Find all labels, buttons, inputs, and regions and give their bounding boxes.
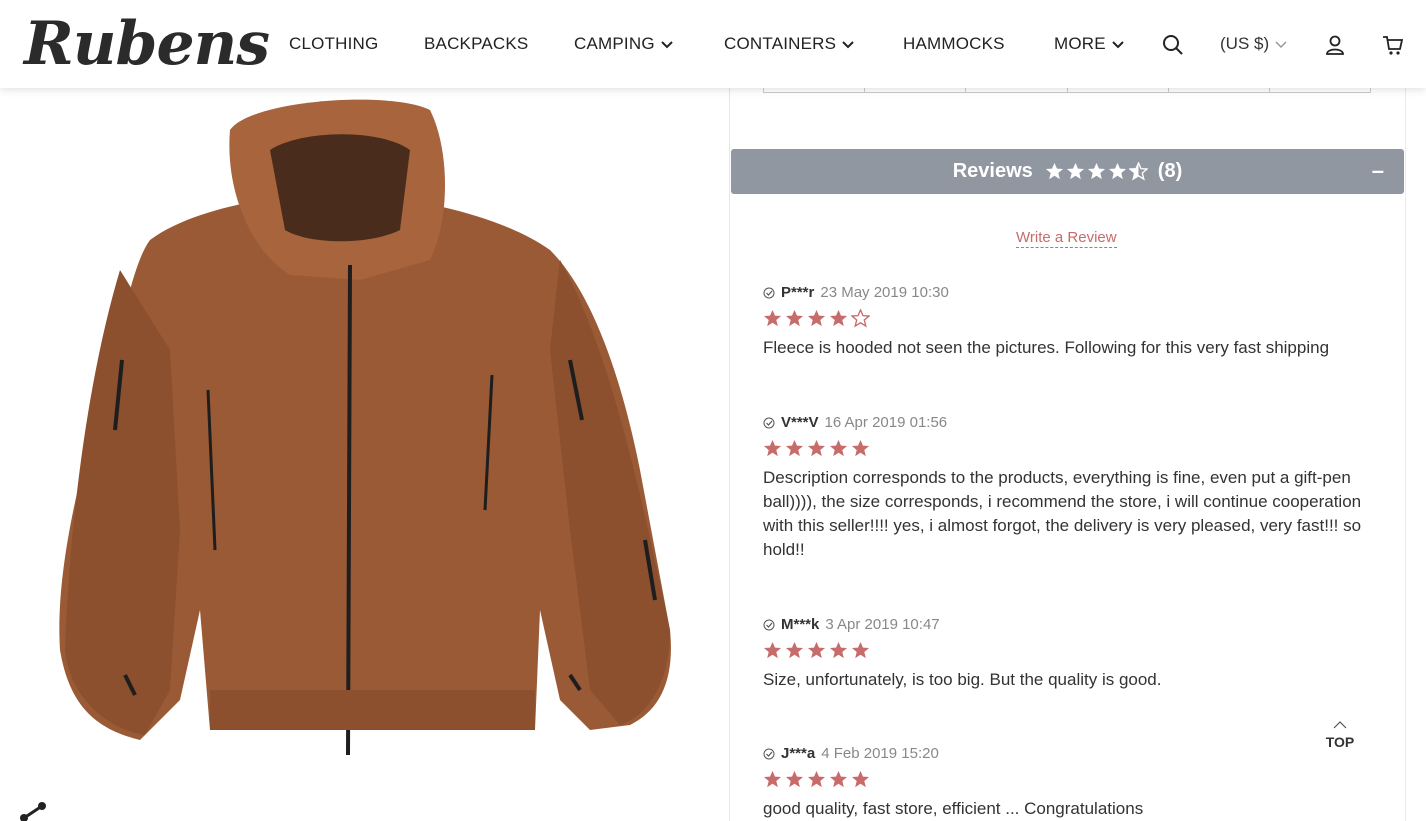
chevron-down-icon bbox=[1112, 41, 1124, 49]
star-filled-icon bbox=[807, 439, 826, 457]
star-filled-icon bbox=[851, 770, 870, 788]
collapse-icon[interactable]: – bbox=[1372, 158, 1384, 184]
reviews-count: (8) bbox=[1157, 160, 1183, 182]
verified-icon bbox=[763, 619, 775, 630]
product-jacket-image[interactable] bbox=[30, 90, 680, 770]
star-half-icon bbox=[1128, 162, 1148, 181]
star-filled-icon bbox=[851, 439, 870, 457]
user-icon[interactable] bbox=[1324, 34, 1346, 56]
star-filled-icon bbox=[807, 770, 826, 788]
nav-label: CAMPING bbox=[574, 34, 655, 53]
nav-clothing[interactable]: CLOTHING bbox=[289, 34, 378, 54]
star-empty-icon bbox=[851, 309, 870, 328]
review-text: Fleece is hooded not seen the pictures. … bbox=[763, 338, 1330, 357]
star-filled-icon bbox=[851, 641, 870, 659]
star-filled-icon bbox=[785, 309, 804, 327]
nav-camping[interactable]: CAMPING bbox=[574, 34, 673, 54]
star-filled-icon bbox=[785, 641, 804, 659]
chevron-down-icon bbox=[661, 41, 673, 49]
nav-label: CLOTHING bbox=[289, 34, 379, 53]
currency-label: (US $) bbox=[1220, 34, 1270, 53]
star-filled-icon bbox=[1108, 162, 1126, 180]
nav-backpacks[interactable]: BACKPACKS bbox=[424, 34, 528, 54]
verified-icon bbox=[763, 287, 775, 298]
star-filled-icon bbox=[763, 641, 782, 659]
review-text: Description corresponds to the products,… bbox=[763, 468, 1362, 559]
nav-containers[interactable]: CONTAINERS bbox=[724, 34, 854, 54]
chevron-down-icon bbox=[842, 41, 854, 49]
nav-label: MORE bbox=[1054, 34, 1106, 53]
star-filled-icon bbox=[1066, 162, 1084, 180]
review-stars bbox=[763, 439, 1373, 458]
site-header: Rubens CLOTHING BACKPACKS CAMPING CONTAI… bbox=[0, 0, 1426, 88]
verified-icon bbox=[763, 748, 775, 759]
star-filled-icon bbox=[807, 309, 826, 327]
share-icon[interactable] bbox=[18, 800, 48, 821]
reviews-header[interactable]: Reviews (8) – bbox=[731, 149, 1404, 194]
review-text: good quality, fast store, efficient ... … bbox=[763, 799, 1144, 818]
nav-label: BACKPACKS bbox=[424, 34, 529, 53]
nav-hammocks[interactable]: HAMMOCKS bbox=[903, 34, 1005, 54]
review-stars bbox=[763, 641, 1373, 660]
review-date: 23 May 2019 10:30 bbox=[820, 284, 949, 301]
star-filled-icon bbox=[785, 439, 804, 457]
write-review-link[interactable]: Write a Review bbox=[1016, 229, 1117, 248]
star-filled-icon bbox=[829, 770, 848, 788]
star-filled-icon bbox=[763, 309, 782, 327]
star-filled-icon bbox=[1045, 162, 1063, 180]
nav-label: HAMMOCKS bbox=[903, 34, 1005, 53]
chevron-down-icon bbox=[1275, 41, 1287, 49]
reviewer-name: P***r bbox=[781, 284, 815, 301]
rating-stars bbox=[1045, 162, 1148, 181]
site-logo[interactable]: Rubens bbox=[24, 4, 270, 84]
review-item: J***a 4 Feb 2019 15:20 good quality, fas… bbox=[763, 745, 1373, 821]
top-label: TOP bbox=[1325, 734, 1355, 750]
verified-icon bbox=[763, 417, 775, 428]
reviewer-name: J***a bbox=[781, 745, 816, 762]
review-date: 4 Feb 2019 15:20 bbox=[821, 745, 939, 762]
star-filled-icon bbox=[785, 770, 804, 788]
star-filled-icon bbox=[763, 439, 782, 457]
column-divider bbox=[1405, 88, 1406, 821]
column-divider bbox=[729, 88, 730, 821]
review-stars bbox=[763, 770, 1373, 789]
star-filled-icon bbox=[829, 309, 848, 327]
cart-icon[interactable] bbox=[1382, 34, 1404, 56]
search-icon[interactable] bbox=[1162, 34, 1184, 56]
reviewer-name: M***k bbox=[781, 616, 820, 633]
star-filled-icon bbox=[807, 641, 826, 659]
star-filled-icon bbox=[763, 770, 782, 788]
star-filled-icon bbox=[829, 641, 848, 659]
review-item: M***k 3 Apr 2019 10:47 Size, unfortunate… bbox=[763, 616, 1373, 692]
review-date: 16 Apr 2019 01:56 bbox=[824, 414, 948, 431]
nav-more[interactable]: MORE bbox=[1054, 34, 1124, 54]
review-date: 3 Apr 2019 10:47 bbox=[825, 616, 940, 633]
review-text: Size, unfortunately, is too big. But the… bbox=[763, 670, 1162, 689]
review-item: V***V 16 Apr 2019 01:56 Description corr… bbox=[763, 414, 1373, 562]
size-table bbox=[763, 88, 1371, 93]
nav-label: CONTAINERS bbox=[724, 34, 837, 53]
review-item: P***r 23 May 2019 10:30 Fleece is hooded… bbox=[763, 284, 1373, 360]
reviews-title: Reviews bbox=[952, 160, 1033, 182]
star-filled-icon bbox=[1087, 162, 1105, 180]
chevron-up-icon bbox=[1333, 721, 1347, 729]
star-filled-icon bbox=[829, 439, 848, 457]
currency-selector[interactable]: (US $) bbox=[1220, 34, 1287, 54]
review-stars bbox=[763, 309, 1373, 328]
reviewer-name: V***V bbox=[781, 414, 819, 431]
scroll-top-button[interactable]: TOP bbox=[1320, 716, 1360, 750]
